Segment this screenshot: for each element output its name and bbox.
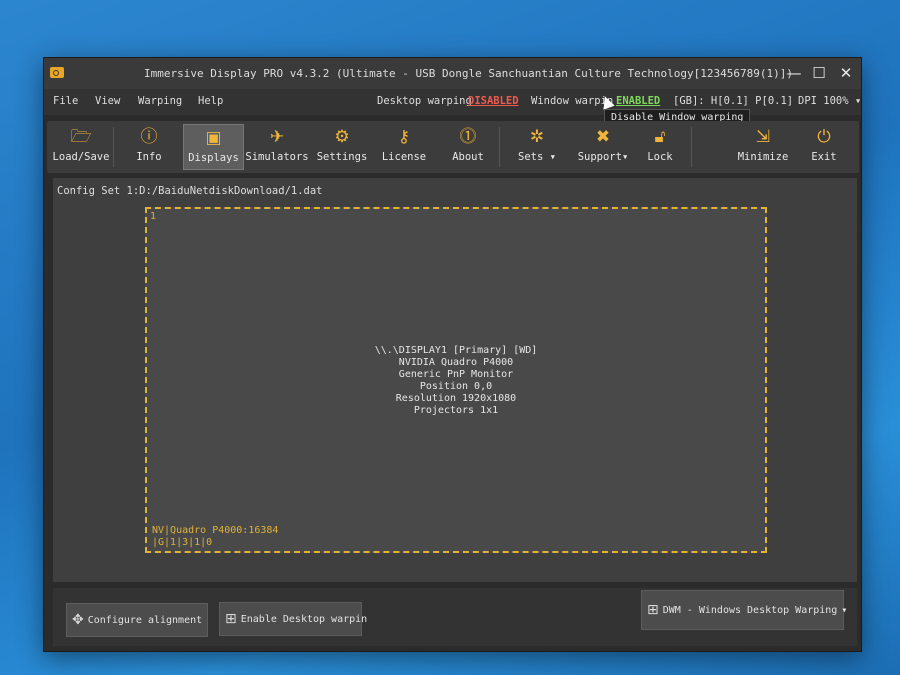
info-label: Info [136,151,162,163]
support-text: Support [577,151,622,163]
sets-button[interactable]: ✲ Sets ▾ [511,124,563,170]
display-info-line: \\.\DISPLAY1 [Primary] [WD] [374,345,538,356]
airplane-icon: ✈ [269,127,285,147]
sets-text: Sets [518,151,544,163]
windows-icon: ⊞ [647,602,659,618]
settings-label: Settings [316,151,368,163]
about-button[interactable]: ⓵ About [445,124,491,170]
minimize-icon: ⇲ [755,127,771,147]
gpu-label: NV|Quadro P4000:16384 [152,525,279,536]
display-number: 1 [150,211,157,222]
configure-alignment-button[interactable]: ✥ Configure alignment [66,603,208,637]
desktop-warping-label: Desktop warping [377,95,472,107]
title-bar: Immersive Display PRO v4.3.2 (Ultimate -… [44,58,861,89]
about-label: About [452,151,484,163]
windows-icon: ⊞ [225,611,237,627]
tools-icon: ✖ [595,127,611,147]
unlock-icon: 🔓︎ [654,127,666,147]
display-info-line: Generic PnP Monitor [398,369,514,380]
toolbar-divider [691,127,692,167]
gear-icon: ✲ [529,127,545,147]
exit-label: Exit [811,151,837,163]
menu-file[interactable]: File [53,95,78,107]
settings-icon: ⚙ [334,127,350,147]
desktop-warping-status[interactable]: DISABLED [468,95,519,107]
support-label: Support▾ [577,151,629,163]
app-logo-icon [50,67,64,78]
load-save-button[interactable]: 🗁 Load/Save [52,124,110,170]
dpi-dropdown[interactable]: DPI 100% ▾ [798,95,861,107]
displays-label: Displays [188,152,239,164]
toolbar-divider [113,127,114,167]
display-info-line: Projectors 1x1 [413,405,499,416]
support-button[interactable]: ✖ Support▾ [573,124,633,170]
menu-warping[interactable]: Warping [138,95,182,107]
minimize-window-button[interactable]: — [782,62,806,84]
lock-button[interactable]: 🔓︎ Lock [639,124,681,170]
exit-button[interactable]: ⏻ Exit [803,124,845,170]
display-info-line: Position 0,0 [419,381,493,392]
folder-icon: 🗁 [70,127,92,147]
bottom-bar: ✥ Configure alignment ⊞ Enable Desktop w… [53,588,857,646]
simulators-label: Simulators [245,151,309,163]
display-info: \\.\DISPLAY1 [Primary] [WD] NVIDIA Quadr… [147,345,765,417]
configure-alignment-label: Configure alignment [87,614,203,626]
gpu-indices: |G|1|3|1|0 [152,537,213,548]
projector-icon: ▣ [205,128,222,148]
license-label: License [381,151,427,163]
gb-position-label: [GB]: H[0.1] P[0.1] [673,95,794,107]
sets-label: Sets ▾ [518,151,556,163]
key-icon: ⚷ [397,127,411,147]
exclamation-icon: ⓵ [459,127,477,147]
menu-help[interactable]: Help [198,95,223,107]
settings-button[interactable]: ⚙ Settings [314,124,370,170]
config-set-path: Config Set 1:D:/BaiduNetdiskDownload/1.d… [57,185,323,197]
load-save-label: Load/Save [52,151,110,163]
window-title: Immersive Display PRO v4.3.2 (Ultimate -… [144,67,794,80]
maximize-window-button[interactable]: ☐ [807,62,831,84]
lock-label: Lock [647,151,673,163]
main-toolbar: 🗁 Load/Save ⓘ Info ▣ Displays ✈ Simulato… [47,121,859,173]
display-footer: NV|Quadro P4000:16384 |G|1|3|1|0 [152,525,278,549]
app-window: Immersive Display PRO v4.3.2 (Ultimate -… [43,57,862,652]
minimize-button[interactable]: ⇲ Minimize [737,124,789,170]
enable-desktop-warping-button[interactable]: ⊞ Enable Desktop warpin [219,602,367,636]
warping-mode-select[interactable]: ⊞ DWM - Windows Desktop Warping ▾ [641,590,848,630]
close-window-button[interactable]: ✕ [834,62,858,84]
window-warping-status[interactable]: ENABLED [616,95,660,107]
power-icon: ⏻ [817,127,831,147]
info-button[interactable]: ⓘ Info [121,124,177,170]
dpi-label: DPI 100% [798,95,849,107]
display-1-frame[interactable]: 1 \\.\DISPLAY1 [Primary] [WD] NVIDIA Qua… [145,207,767,553]
minimize-label: Minimize [737,151,789,163]
alignment-icon: ✥ [72,612,84,628]
displays-button[interactable]: ▣ Displays [183,124,244,170]
simulators-button[interactable]: ✈ Simulators [245,124,309,170]
enable-desktop-warping-label: Enable Desktop warpin [240,613,368,625]
display-info-line: Resolution 1920x1080 [395,393,517,404]
display-info-line: NVIDIA Quadro P4000 [398,357,514,368]
warping-mode-label: DWM - Windows Desktop Warping [662,604,838,616]
chevron-down-icon: ▾ [841,604,848,616]
toolbar-divider [499,127,500,167]
info-icon: ⓘ [140,127,158,147]
license-button[interactable]: ⚷ License [379,124,429,170]
chevron-down-icon: ▾ [854,95,862,107]
menu-view[interactable]: View [95,95,120,107]
